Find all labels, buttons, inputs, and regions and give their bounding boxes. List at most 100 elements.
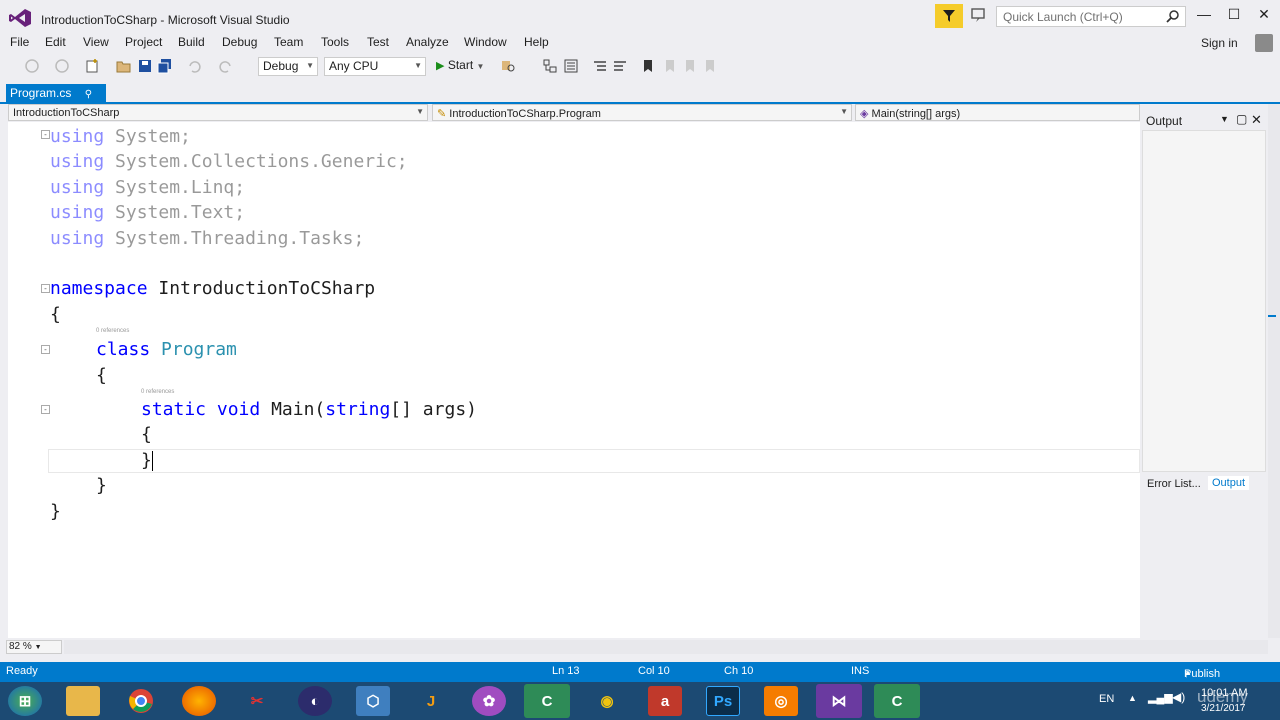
menu-bar: File Edit View Project Build Debug Team … (0, 34, 1280, 54)
chevron-up-icon: ▲ (1184, 668, 1192, 677)
project-navigation-dropdown[interactable]: IntroductionToCSharp ▼ (8, 104, 428, 121)
fold-toggle-icon[interactable]: - (41, 284, 50, 293)
visual-studio-logo-icon (9, 9, 31, 27)
save-all-icon[interactable] (157, 58, 173, 74)
menu-analyze[interactable]: Analyze (406, 35, 449, 49)
class-navigation-dropdown[interactable]: ✎ IntroductionToCSharp.Program ▼ (432, 104, 852, 121)
chevron-up-icon[interactable]: ▲ (1128, 693, 1137, 703)
virtualbox-icon[interactable]: ⬡ (356, 686, 390, 716)
jetbrains-icon[interactable]: J (414, 686, 448, 716)
class-references-codelens[interactable]: 0 references (96, 328, 129, 334)
app-icon[interactable]: ✿ (472, 686, 506, 716)
visual-studio-taskbar-icon[interactable]: ⋈ (816, 684, 862, 718)
menu-debug[interactable]: Debug (222, 35, 257, 49)
tab-program-cs[interactable]: Program.cs ⚲ ✕ (6, 84, 106, 114)
app-orange-icon[interactable]: ◎ (764, 686, 798, 716)
horizontal-scrollbar[interactable] (64, 640, 1268, 654)
menu-project[interactable]: Project (125, 35, 162, 49)
status-insert-mode[interactable]: INS (851, 665, 869, 677)
menu-tools[interactable]: Tools (321, 35, 349, 49)
menu-edit[interactable]: Edit (45, 35, 66, 49)
sign-in-link[interactable]: Sign in (1201, 36, 1238, 50)
eclipse-icon[interactable]: ◐ (298, 686, 332, 716)
configuration-dropdown[interactable]: Debug ▼ (258, 57, 318, 76)
tab-label: Program.cs (10, 86, 72, 100)
next-bookmark-icon[interactable] (682, 58, 698, 74)
output-title: Output (1146, 114, 1183, 128)
fold-toggle-icon[interactable]: - (41, 345, 50, 354)
chevron-down-icon[interactable]: ▼ (1220, 114, 1229, 124)
audacity-icon[interactable]: ◉ (590, 686, 624, 716)
platform-dropdown[interactable]: Any CPU ▼ (324, 57, 426, 76)
project-nav-value: IntroductionToCSharp (13, 107, 120, 119)
code-line-brace: } (96, 475, 107, 496)
tab-error-list[interactable]: Error List... (1147, 478, 1201, 490)
code-line-3: using System.Linq; (50, 177, 246, 198)
start-label: Start (447, 58, 474, 72)
photoshop-icon[interactable]: Ps (706, 686, 740, 716)
camtasia-recorder-icon[interactable]: C (524, 684, 570, 718)
menu-file[interactable]: File (10, 35, 29, 49)
account-icon[interactable] (1255, 34, 1273, 52)
back-icon[interactable] (24, 58, 40, 74)
main-references-codelens[interactable]: 0 references (141, 389, 174, 395)
fold-toggle-icon[interactable]: - (41, 130, 50, 139)
firefox-icon[interactable] (182, 686, 216, 716)
chevron-down-icon: ▼ (416, 107, 424, 116)
snipping-tool-icon[interactable]: ✂ (240, 686, 274, 716)
new-project-icon[interactable] (84, 58, 100, 74)
tab-output[interactable]: Output (1208, 476, 1250, 490)
maximize-panel-icon[interactable]: ▢ (1236, 112, 1247, 126)
redo-icon[interactable] (218, 58, 234, 74)
bookmark-icon[interactable] (640, 58, 656, 74)
start-debugging-button[interactable]: ▶ Start ▼ (436, 58, 484, 72)
open-file-icon[interactable] (116, 58, 132, 74)
menu-help[interactable]: Help (524, 35, 549, 49)
menu-team[interactable]: Team (274, 35, 303, 49)
code-line-4: using System.Text; (50, 202, 246, 223)
save-icon[interactable] (137, 58, 153, 74)
network-signal-icon[interactable]: ▂▄▆ (1148, 691, 1173, 704)
start-menu-icon[interactable]: ⊞ (8, 686, 42, 716)
fold-toggle-icon[interactable]: - (41, 405, 50, 414)
feedback-icon[interactable] (970, 7, 990, 25)
properties-icon[interactable] (563, 58, 579, 74)
code-line-brace: } (50, 501, 61, 522)
camtasia-studio-icon[interactable]: C (874, 684, 920, 718)
scroll-caret-marker (1268, 315, 1276, 317)
windows-taskbar: ⊞ ✂ ◐ ⬡ J ✿ C ◉ a Ps ◎ ⋈ C EN ▲ ▂▄▆ ◀) 1… (0, 682, 1280, 720)
chrome-icon[interactable] (124, 686, 158, 716)
comment-lines-icon[interactable] (592, 58, 608, 74)
status-ready: Ready (6, 665, 38, 677)
search-icon[interactable] (1166, 9, 1180, 23)
quick-launch-input[interactable]: Quick Launch (Ctrl+Q) (996, 6, 1186, 27)
solution-explorer-icon[interactable] (542, 58, 558, 74)
zoom-dropdown[interactable]: 82 % ▼ (6, 640, 62, 654)
pin-icon[interactable]: ⚲ (85, 89, 92, 100)
find-in-files-icon[interactable] (500, 58, 516, 74)
maximize-button[interactable]: ☐ (1222, 6, 1246, 26)
file-explorer-icon[interactable] (66, 686, 100, 716)
member-navigation-dropdown[interactable]: ◈ Main(string[] args) (855, 104, 1140, 121)
previous-bookmark-icon[interactable] (662, 58, 678, 74)
forward-icon[interactable] (54, 58, 70, 74)
menu-window[interactable]: Window (464, 35, 507, 49)
undo-icon[interactable] (186, 58, 202, 74)
clear-bookmarks-icon[interactable] (702, 58, 718, 74)
volume-icon[interactable]: ◀) (1172, 690, 1185, 704)
code-line-namespace: namespace IntroductionToCSharp (50, 278, 376, 299)
bottom-panel-tabs: Error List... Output (1142, 474, 1266, 494)
adobe-icon[interactable]: a (648, 686, 682, 716)
menu-test[interactable]: Test (367, 35, 389, 49)
menu-build[interactable]: Build (178, 35, 205, 49)
minimize-button[interactable]: — (1192, 6, 1216, 26)
language-indicator[interactable]: EN (1099, 693, 1114, 705)
code-line-5: using System.Threading.Tasks; (50, 228, 365, 249)
vertical-scrollbar[interactable] (1268, 104, 1280, 638)
notification-filter-icon[interactable] (935, 4, 963, 28)
close-window-button[interactable]: ✕ (1252, 6, 1276, 26)
menu-view[interactable]: View (83, 35, 109, 49)
close-panel-icon[interactable]: ✕ (1251, 112, 1262, 128)
output-panel-body[interactable] (1142, 130, 1266, 472)
uncomment-lines-icon[interactable] (612, 58, 628, 74)
